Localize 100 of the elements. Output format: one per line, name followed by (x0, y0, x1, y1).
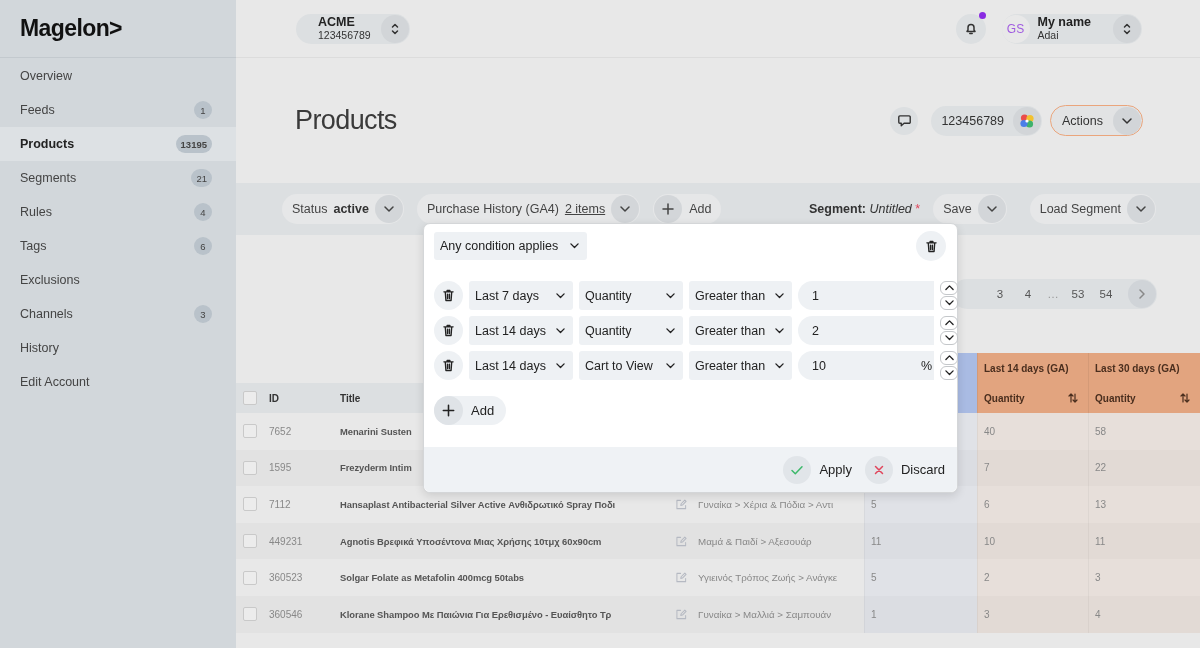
checkbox[interactable] (243, 424, 257, 439)
chevron-down-icon (556, 292, 565, 299)
nav-item[interactable]: Tags 6 (0, 229, 236, 263)
filter-chip[interactable]: Purchase History (GA4) 2 items (416, 194, 641, 224)
apply-button[interactable]: Apply (783, 455, 852, 484)
filter-chip[interactable]: Status active (282, 194, 404, 224)
chevron-up-icon (944, 355, 954, 361)
add-filter-button[interactable]: Add (653, 194, 722, 224)
column-header[interactable]: Quantity (1088, 383, 1200, 413)
account-switcher[interactable]: ACME 123456789 (296, 13, 410, 44)
operator-dropdown[interactable]: Greater than (689, 351, 792, 380)
operator-dropdown[interactable]: Greater than (689, 316, 792, 345)
count-badge: 3 (194, 305, 212, 323)
discard-button[interactable]: Discard (864, 455, 945, 484)
user-menu-button[interactable]: GS My name Adai (1001, 13, 1142, 44)
column-header[interactable]: Quantity (977, 383, 1088, 413)
checkbox[interactable] (243, 570, 257, 585)
page-title: Products (295, 105, 397, 136)
actions-button[interactable]: Actions (1050, 105, 1143, 136)
metric-dropdown[interactable]: Quantity (579, 316, 683, 345)
column-header: ID (269, 392, 279, 404)
delete-condition-button[interactable] (434, 281, 463, 310)
table-cell: 40 (977, 413, 1088, 450)
feed-selector[interactable]: 123456789 (931, 105, 1042, 136)
nav-item[interactable]: Products 13195 (0, 127, 236, 161)
chevron-down-icon (944, 300, 954, 306)
operator-dropdown[interactable]: Greater than (689, 281, 792, 310)
nav-item[interactable]: Overview (0, 59, 236, 93)
table-cell: 10 (977, 522, 1088, 560)
table-cell: 360546 (269, 608, 303, 620)
nav-item[interactable]: Exclusions (0, 263, 236, 297)
chevron-down-icon (666, 292, 675, 299)
chevron-up-icon (944, 320, 954, 326)
delete-group-button[interactable] (916, 231, 946, 261)
checkbox[interactable] (243, 460, 257, 475)
number-input[interactable]: 10 % (798, 351, 934, 380)
page-button[interactable]: 53 (1068, 288, 1088, 300)
edit-icon (676, 608, 687, 620)
checkbox[interactable] (243, 391, 257, 405)
period-dropdown[interactable]: Last 7 days (469, 281, 573, 310)
table-cell: 3 (977, 595, 1088, 633)
chevron-down-icon (775, 327, 784, 334)
increment-button[interactable] (940, 316, 958, 330)
up-down-chevron-icon (1113, 14, 1141, 43)
chevron-down-icon (775, 292, 784, 299)
nav-item[interactable]: Edit Account (0, 365, 236, 399)
comments-button[interactable] (890, 106, 919, 135)
nav-item[interactable]: Channels 3 (0, 297, 236, 331)
plus-icon (434, 396, 463, 425)
increment-button[interactable] (940, 351, 958, 365)
page-button[interactable]: 3 (990, 288, 1010, 300)
column-group-header: Last 14 days (GA) (977, 353, 1088, 383)
page-button[interactable]: 4 (1018, 288, 1038, 300)
nav-item[interactable]: Feeds 1 (0, 93, 236, 127)
nav-item[interactable]: History (0, 331, 236, 365)
metric-dropdown[interactable]: Quantity (579, 281, 683, 310)
table-cell: Γυναίκα > Μαλλιά > Σαμπουάν (698, 608, 832, 620)
add-condition-button[interactable]: Add (434, 396, 507, 425)
chevron-right-icon (1139, 289, 1145, 299)
delete-condition-button[interactable] (434, 316, 463, 345)
nav-item[interactable]: Rules 4 (0, 195, 236, 229)
load-segment-button[interactable]: Load Segment (1029, 194, 1156, 224)
column-group-header: Last 30 days (GA) (1088, 353, 1200, 383)
decrement-button[interactable] (940, 366, 958, 380)
decrement-button[interactable] (940, 331, 958, 345)
up-down-chevron-icon (380, 14, 409, 43)
save-button[interactable]: Save (933, 194, 1007, 224)
period-dropdown[interactable]: Last 14 days (469, 351, 573, 380)
checkbox[interactable] (243, 607, 257, 622)
edit-icon (676, 572, 687, 584)
delete-condition-button[interactable] (434, 351, 463, 380)
chevron-down-icon (556, 327, 565, 334)
increment-button[interactable] (940, 281, 958, 295)
table-cell: 11 (1088, 522, 1200, 560)
table-cell: Solgar Folate as Metafolin 400mcg 50tabs (340, 572, 524, 584)
table-cell: 6 (977, 486, 1088, 523)
checkbox[interactable] (243, 497, 257, 512)
period-dropdown[interactable]: Last 14 days (469, 316, 573, 345)
table-cell: 4 (1088, 595, 1200, 633)
chevron-down-icon (944, 370, 954, 376)
checkbox[interactable] (243, 534, 257, 549)
metric-dropdown[interactable]: Cart to View (579, 351, 683, 380)
chevron-down-icon (977, 195, 1006, 223)
page-button[interactable]: 54 (1096, 288, 1116, 300)
avatar: GS (1001, 14, 1030, 43)
number-input[interactable]: 2 (798, 316, 934, 345)
number-input[interactable]: 1 (798, 281, 934, 310)
nav-item[interactable]: Segments 21 (0, 161, 236, 195)
column-header: Title (340, 392, 361, 404)
chevron-down-icon (944, 335, 954, 341)
edit-icon (676, 535, 687, 547)
table-cell: Frezyderm Intim (340, 462, 412, 474)
trash-icon (443, 289, 454, 302)
notifications-button[interactable] (955, 13, 986, 44)
segment-label: Segment: Untitled * (809, 202, 921, 216)
match-dropdown[interactable]: Any condition applies (434, 232, 588, 260)
decrement-button[interactable] (940, 296, 958, 310)
chevron-down-icon (1113, 106, 1141, 135)
trash-icon (925, 239, 937, 253)
count-badge: 21 (191, 169, 212, 187)
